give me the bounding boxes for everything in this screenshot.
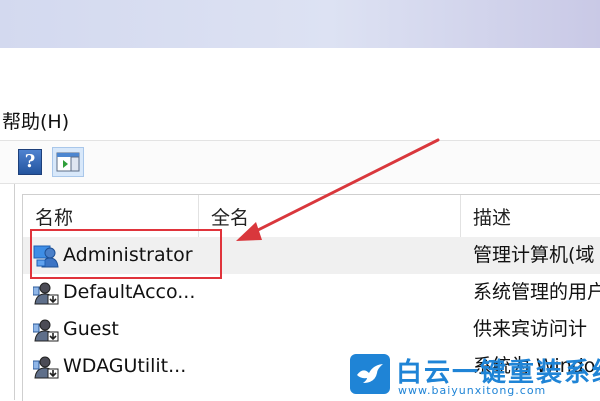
column-header-full-name[interactable]: 全名: [199, 195, 461, 237]
disabled-user-icon: [33, 282, 59, 305]
column-header-name[interactable]: 名称: [23, 195, 199, 237]
user-description: 供来宾访问计: [473, 318, 588, 340]
admin-user-icon: [33, 245, 59, 268]
column-header-description[interactable]: 描述: [461, 195, 600, 237]
toolbar: ?: [0, 140, 600, 184]
user-full-name: [209, 311, 459, 348]
help-icon: ?: [18, 149, 42, 175]
disabled-user-icon: [33, 319, 59, 342]
list-item-administrator[interactable]: Administrator 管理计算机(域: [23, 237, 600, 274]
disabled-user-icon: [33, 356, 59, 379]
window-title-bar: [0, 0, 600, 48]
watermark: 白云一键重装系统 www.baiyunxitong.com: [344, 350, 600, 400]
user-name: DefaultAcco...: [63, 281, 196, 303]
user-name: WDAGUtilit...: [63, 355, 187, 377]
user-full-name: [209, 274, 459, 311]
user-name: Administrator: [63, 244, 193, 266]
list-header: 名称 全名 描述: [23, 195, 600, 238]
user-name: Guest: [63, 318, 119, 340]
user-description: 系统管理的用户: [473, 281, 600, 303]
list-item-defaultaccount[interactable]: DefaultAcco... 系统管理的用户: [23, 274, 600, 311]
list-item-guest[interactable]: Guest 供来宾访问计: [23, 311, 600, 348]
menu-bar: 帮助(H): [0, 106, 600, 138]
menu-help[interactable]: 帮助(H): [0, 106, 75, 138]
console-tree-pane[interactable]: [0, 184, 15, 400]
watermark-url: www.baiyunxitong.com: [398, 384, 547, 397]
show-hide-pane-icon: [56, 152, 80, 172]
help-button[interactable]: ?: [14, 147, 46, 177]
user-full-name: [209, 237, 459, 274]
bird-logo-icon: [350, 354, 390, 394]
show-hide-pane-button[interactable]: [52, 147, 84, 177]
user-description: 管理计算机(域: [473, 244, 595, 266]
